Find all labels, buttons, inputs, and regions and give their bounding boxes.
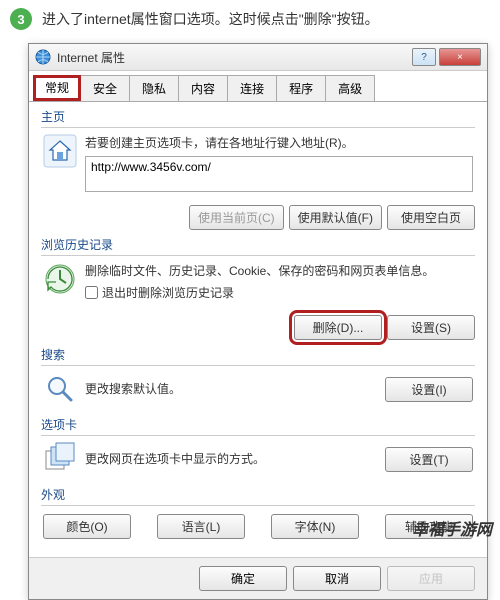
tab-content[interactable]: 内容: [178, 75, 228, 101]
history-settings-button[interactable]: 设置(S): [387, 315, 475, 340]
step-header: 3 进入了internet属性窗口选项。这时候点击"删除"按钮。: [0, 0, 500, 38]
delete-on-exit-label: 退出时删除浏览历史记录: [102, 284, 234, 301]
delete-button[interactable]: 删除(D)...: [294, 315, 382, 340]
step-number-badge: 3: [10, 8, 32, 30]
tab-programs[interactable]: 程序: [276, 75, 326, 101]
help-button[interactable]: ?: [412, 48, 436, 66]
search-icon: [43, 372, 77, 406]
tab-privacy[interactable]: 隐私: [129, 75, 179, 101]
cancel-button[interactable]: 取消: [293, 566, 381, 591]
search-desc: 更改搜索默认值。: [85, 380, 181, 398]
language-button[interactable]: 语言(L): [157, 514, 245, 539]
apply-button[interactable]: 应用: [387, 566, 475, 591]
history-icon: [43, 262, 77, 296]
appearance-group: 外观 颜色(O) 语言(L) 字体(N) 辅助功能: [41, 486, 475, 543]
search-title: 搜索: [41, 346, 475, 363]
history-desc: 删除临时文件、历史记录、Cookie、保存的密码和网页表单信息。: [85, 262, 473, 280]
use-current-button[interactable]: 使用当前页(C): [189, 205, 284, 230]
step-instruction: 进入了internet属性窗口选项。这时候点击"删除"按钮。: [42, 9, 379, 29]
general-panel: 主页 若要创建主页选项卡，请在各地址行键入地址(R)。 使用当前页(C) 使用默…: [29, 102, 487, 557]
ok-button[interactable]: 确定: [199, 566, 287, 591]
search-settings-button[interactable]: 设置(I): [385, 377, 473, 402]
tab-strip: 常规 安全 隐私 内容 连接 程序 高级: [29, 71, 487, 102]
homepage-title: 主页: [41, 108, 475, 125]
close-button[interactable]: ×: [439, 48, 481, 66]
tabs-group: 选项卡 更改网页在选项卡中显示的方式。 设置(T): [41, 416, 475, 480]
tab-connections[interactable]: 连接: [227, 75, 277, 101]
homepage-url-input[interactable]: [85, 156, 473, 192]
tabs-desc: 更改网页在选项卡中显示的方式。: [85, 450, 265, 468]
appearance-title: 外观: [41, 486, 475, 503]
use-blank-button[interactable]: 使用空白页: [387, 205, 475, 230]
tab-advanced[interactable]: 高级: [325, 75, 375, 101]
color-button[interactable]: 颜色(O): [43, 514, 131, 539]
tab-general[interactable]: 常规: [33, 75, 81, 101]
search-group: 搜索 更改搜索默认值。 设置(I): [41, 346, 475, 410]
homepage-desc: 若要创建主页选项卡，请在各地址行键入地址(R)。: [85, 134, 473, 152]
home-icon: [43, 134, 77, 168]
font-button[interactable]: 字体(N): [271, 514, 359, 539]
titlebar: Internet 属性 ? ×: [29, 44, 487, 71]
dialog-footer: 确定 取消 应用: [29, 557, 487, 599]
window-title: Internet 属性: [57, 49, 412, 66]
tabs-settings-button[interactable]: 设置(T): [385, 447, 473, 472]
delete-on-exit-checkbox[interactable]: [85, 286, 98, 299]
watermark: 幸福手游网: [412, 516, 492, 540]
homepage-group: 主页 若要创建主页选项卡，请在各地址行键入地址(R)。 使用当前页(C) 使用默…: [41, 108, 475, 230]
tabs-title: 选项卡: [41, 416, 475, 433]
tabs-icon: [43, 442, 77, 476]
history-group: 浏览历史记录 删除临时文件、历史记录、Cookie、保存的密码和网页表单信息。 …: [41, 236, 475, 340]
use-default-button[interactable]: 使用默认值(F): [289, 205, 382, 230]
globe-icon: [35, 49, 51, 65]
history-title: 浏览历史记录: [41, 236, 475, 253]
tab-security[interactable]: 安全: [80, 75, 130, 101]
